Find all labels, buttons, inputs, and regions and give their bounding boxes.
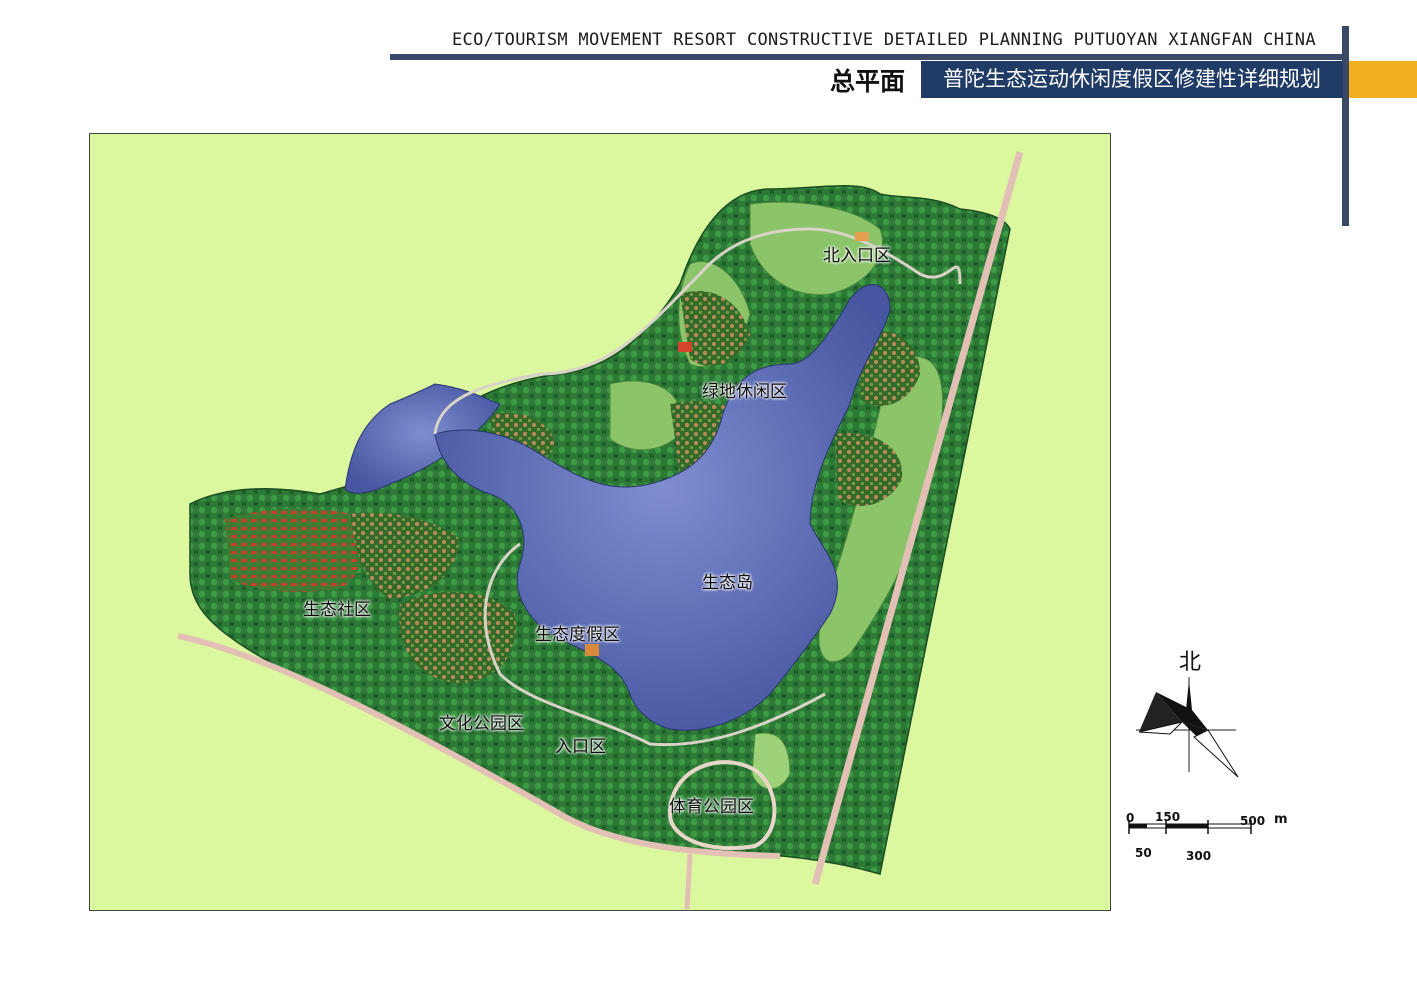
scale-unit: m [1274,812,1288,827]
scale-label-50: 50 [1135,846,1152,860]
scale-label-150: 150 [1155,810,1181,824]
zone-label-entrance: 入口区 [555,737,606,757]
scale-label-0: 0 [1126,811,1135,825]
zone-label-north-entrance: 北入口区 [823,246,891,266]
site-plan-map: 北入口区 绿地休闲区 生态岛 生态社区 生态度假区 文化公园区 入口区 体育公园… [89,133,1111,911]
drawing-name: 总平面 [830,67,906,96]
north-gate-building [855,232,869,241]
resort-building [585,644,599,656]
zone-label-green-leisure: 绿地休闲区 [702,382,787,402]
site-plan-drawing [177,151,1024,910]
zone-label-culture-park: 文化公园区 [439,714,524,734]
eco-community-housing [225,508,363,592]
accent-block [1349,61,1417,98]
scale-label-500: 500 [1240,814,1266,828]
club-building [678,342,692,352]
header-rule [390,54,1348,60]
scale-label-300: 300 [1186,849,1212,863]
zone-label-eco-resort: 生态度假区 [535,625,620,645]
scale-bar [1128,820,1252,834]
zone-label-sports-park: 体育公园区 [669,797,754,817]
north-arrow-icon [1136,677,1239,778]
header-rule-vertical [1342,26,1349,226]
project-title: 普陀生态运动休闲度假区修建性详细规划 [921,61,1343,98]
zone-label-eco-island: 生态岛 [702,573,753,593]
english-title: ECO/TOURISM MOVEMENT RESORT CONSTRUCTIVE… [452,30,1316,50]
access-road-south [684,853,693,910]
zone-label-eco-community: 生态社区 [303,600,371,620]
